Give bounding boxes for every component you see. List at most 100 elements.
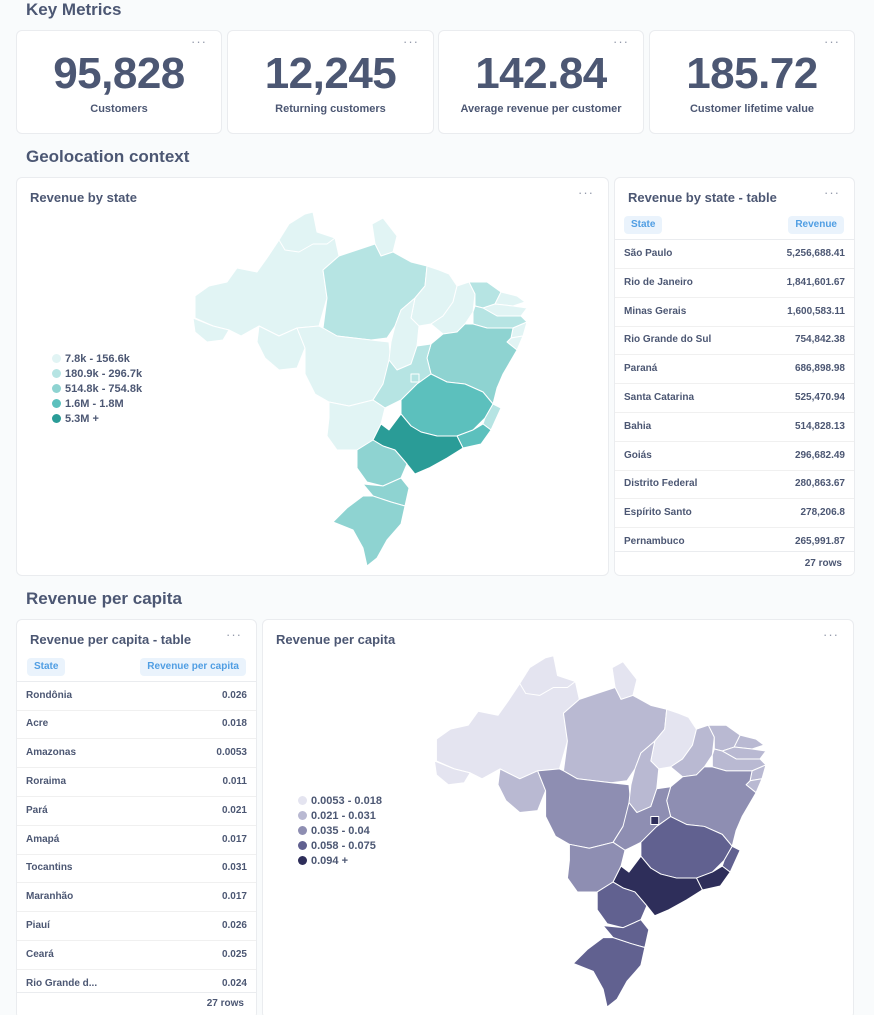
table-row: Espírito Santo 278,206.8 [615,499,854,528]
map-region-rio-grande-do-norte [494,291,526,307]
table-row: Bahia 514,828.13 [615,413,854,442]
cell-value: 0.017 [221,891,247,902]
table-row: Minas Gerais 1,600,583.11 [615,298,854,327]
section-title-geolocation: Geolocation context [26,147,190,166]
cell-state: Acre [26,718,49,729]
cell-state: Roraima [26,776,67,787]
cell-state: Rio Grande d... [26,978,98,989]
table-row: Rondônia 0.026 [17,682,256,711]
cell-value: 0.026 [221,690,247,701]
column-header-revenue[interactable]: Revenue [788,216,844,234]
cell-state: Tocantins [26,862,73,873]
table-row-count: 27 rows [615,551,854,575]
brazil-revenue-map[interactable] [17,178,610,577]
metric-value: 185.72 [686,49,818,98]
card-menu-icon[interactable]: ··· [226,628,242,641]
map-region-amazonas [435,655,580,780]
cell-state: Paraná [624,363,658,374]
card-menu-icon[interactable]: ··· [613,35,629,48]
table-row: Santa Catarina 525,470.94 [615,384,854,413]
card-title: Revenue by state - table [628,190,777,205]
table-row: Rio de Janeiro 1,841,601.67 [615,269,854,298]
cell-value: 0.025 [221,949,247,960]
column-header-state[interactable]: State [624,216,663,234]
metric-card-customers: ··· 95,828 Customers [16,30,222,134]
cell-value: 0.024 [221,978,247,989]
card-menu-icon[interactable]: ··· [403,35,419,48]
metric-label: Average revenue per customer [460,103,622,115]
cell-state: Piauí [26,920,50,931]
table-row: Maranhão 0.017 [17,883,256,912]
cell-value: 5,256,688.41 [786,248,845,259]
metric-value: 142.84 [475,49,607,98]
cell-state: Pernambuco [624,536,685,547]
metric-label: Customers [90,103,148,115]
map-region-rio-grande-do-sul [332,495,406,567]
section-title-per-capita: Revenue per capita [26,589,182,608]
cell-state: Espírito Santo [624,507,692,518]
table-row: Goiás 296,682.49 [615,442,854,471]
table-row: Piauí 0.026 [17,912,256,941]
cell-state: Rio Grande do Sul [624,334,712,345]
cell-value: 0.011 [222,776,247,787]
cell-value: 525,470.94 [794,392,845,403]
column-header-state[interactable]: State [27,658,66,676]
table-row: Pará 0.021 [17,797,256,826]
cell-state: São Paulo [624,248,673,259]
cell-value: 1,841,601.67 [786,277,845,288]
cell-value: 0.031 [221,862,247,873]
metric-value: 12,245 [264,49,397,98]
cell-state: Maranhão [26,891,74,902]
cell-value: 0.026 [221,920,247,931]
metric-value: 95,828 [53,49,185,98]
metric-label: Customer lifetime value [689,103,815,115]
metric-card-avg-revenue: ··· 142.84 Average revenue per customer [438,30,644,134]
table-row: Tocantins 0.031 [17,854,256,883]
cell-value: 0.0053 [216,747,247,758]
table-row: Amazonas 0.0053 [17,739,256,768]
card-menu-icon[interactable]: ··· [191,35,207,48]
metric-label: Returning customers [275,103,386,115]
metric-card-returning-customers: ··· 12,245 Returning customers [227,30,434,134]
cell-state: Santa Catarina [624,392,695,403]
section-title-key-metrics: Key Metrics [26,0,122,19]
cell-state: Minas Gerais [624,306,687,317]
column-header-revenue-per-capita[interactable]: Revenue per capita [140,658,246,676]
cell-value: 686,898.98 [794,363,845,374]
table-row: Paraná 686,898.98 [615,355,854,384]
brazil-per-capita-map[interactable] [263,620,855,1015]
cell-value: 0.017 [221,834,247,845]
map-region-rio-grande-do-norte [733,734,765,750]
cell-value: 278,206.8 [800,507,846,518]
map-region-distrito-federal [410,373,420,383]
capita-table-card: Revenue per capita - table ··· State Rev… [16,619,257,1015]
cell-value: 280,863.67 [794,478,845,489]
cell-value: 754,842.38 [794,334,845,345]
cell-state: Rio de Janeiro [624,277,693,288]
cell-state: Distrito Federal [624,478,698,489]
map-region-amazonas [194,211,340,337]
card-menu-icon[interactable]: ··· [824,35,840,48]
revenue-map-card: Revenue by state ··· 7.8k - 156.6k 180.9… [16,177,609,576]
card-title: Revenue per capita - table [30,632,192,647]
table-row: Distrito Federal 280,863.67 [615,470,854,499]
cell-value: 1,600,583.11 [787,306,845,317]
cell-state: Pará [26,805,48,816]
table-row: Rio Grande do Sul 754,842.38 [615,326,854,355]
table-row: Acre 0.018 [17,710,256,739]
capita-map-card: Revenue per capita ··· 0.0053 - 0.018 0.… [262,619,854,1015]
cell-value: 265,991.87 [794,536,845,547]
table-row: Ceará 0.025 [17,941,256,970]
table-row: Amapá 0.017 [17,826,256,855]
revenue-table-card: Revenue by state - table ··· State Reven… [614,177,855,576]
map-region-rio-grande-do-sul [572,937,646,1008]
table-row: São Paulo 5,256,688.41 [615,240,854,269]
cell-state: Amazonas [26,747,77,758]
card-menu-icon[interactable]: ··· [824,186,840,199]
cell-value: 514,828.13 [794,421,845,432]
table-row: Roraima 0.011 [17,768,256,797]
cell-state: Ceará [26,949,54,960]
cell-state: Amapá [26,834,60,845]
cell-value: 296,682.49 [794,450,845,461]
map-region-distrito-federal [650,816,660,825]
